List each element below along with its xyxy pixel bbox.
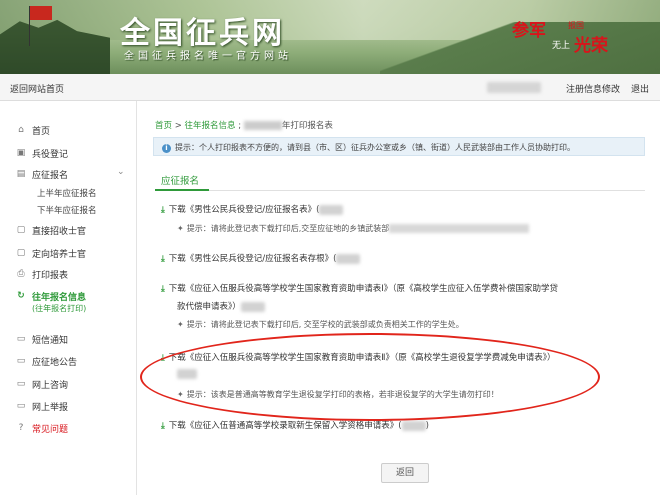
hint-text: 提示：请将此登记表下载打印后, 交至学校的武装部或负责相关工作的学生处。 [186, 320, 464, 329]
tip-text: 个人打印报表不方便的，请到县（市、区）征兵办公室或乡（镇、街道）人民武装部由工作… [199, 143, 575, 152]
chevron-down-icon[interactable]: ⌄ [117, 167, 125, 177]
redacted-username [487, 82, 541, 93]
sidebar-subitem-first-half[interactable]: 上半年应征报名 [37, 187, 97, 199]
lightbulb-icon: ✦ [177, 320, 184, 329]
back-to-home-link[interactable]: 返回网站首页 [10, 82, 64, 95]
chat-icon: ▭ [16, 379, 26, 389]
sidebar-item-notice[interactable]: ▭ 应征地公告 [16, 354, 77, 368]
slogan-text: 光荣 [574, 36, 608, 56]
breadcrumb-past-years[interactable]: 往年报名信息 [185, 121, 236, 131]
breadcrumb-separator: > [174, 121, 182, 131]
sidebar-item-label: 常见问题 [32, 424, 69, 435]
tip-label: 提示： [175, 143, 199, 152]
site-logo-subtitle: 全国征兵报名唯一官方网站 [124, 51, 292, 62]
info-icon: i [162, 144, 171, 153]
download-link-registration-stub[interactable]: ⤓ 下载《男性公民兵役登记/应征报名表存根》( [161, 252, 361, 264]
download-icon: ⤓ [161, 284, 165, 294]
sidebar-item-label: 短信通知 [32, 335, 69, 346]
sidebar-item-label: 兵役登记 [32, 149, 69, 160]
redacted-text [336, 253, 361, 264]
printer-icon: ⎙ [17, 269, 25, 279]
tab-active-indicator [155, 189, 209, 191]
sidebar-item-label: 网上举报 [32, 402, 69, 413]
sidebar-item-past-years[interactable]: ↻ 往年报名信息 [16, 289, 86, 303]
sidebar-item-faq[interactable]: ? 常见问题 [16, 421, 68, 435]
tab-divider [155, 190, 645, 191]
sidebar-item-report[interactable]: ▭ 网上举报 [16, 399, 68, 413]
slogan-text: 无上 [552, 41, 571, 51]
slogan-text: 报国 [568, 21, 584, 30]
enlist-icon: ▤ [16, 169, 26, 179]
download-icon: ⤓ [161, 254, 165, 264]
download-link-text[interactable]: 下载《男性公民兵役登记/应征报名表》( [169, 205, 320, 215]
sidebar-item-direct-recruit[interactable]: ▢ 直接招收士官 [16, 223, 86, 237]
site-logo-title[interactable]: 全国征兵网 [120, 8, 285, 52]
tab-enlist[interactable]: 应征报名 [161, 173, 199, 187]
sidebar-item-label: 往年报名信息 [32, 292, 87, 303]
download-link-text[interactable]: 下载《应征入伍普通高等学校录取新生保留入学资格申请表》( [169, 421, 402, 431]
main-content: 首页 > 往年报名信息 ; 年打印报名表 i 提示：个人打印报表不方便的，请到县（… [137, 101, 660, 495]
sidebar-item-label: 首页 [32, 126, 51, 137]
sidebar-item-label: 网上咨询 [32, 380, 69, 391]
sidebar-item-sublabel: (往年报名打印) [32, 304, 87, 313]
slogan-text: 参军 [512, 21, 546, 41]
download-icon: ⤓ [161, 421, 165, 431]
home-icon: ⌂ [18, 125, 24, 135]
question-icon: ? [18, 423, 24, 433]
sidebar-item-sms[interactable]: ▭ 短信通知 [16, 332, 68, 346]
redacted-text [319, 204, 344, 215]
back-button[interactable]: 返回 [381, 463, 429, 483]
message-icon: ▭ [16, 334, 26, 344]
sidebar-item-home[interactable]: ⌂ 首页 [16, 123, 50, 137]
redacted-text [240, 301, 265, 312]
refresh-icon: ↻ [17, 291, 25, 301]
lightbulb-icon: ✦ [177, 224, 184, 233]
flag-icon [30, 6, 52, 20]
logout-link[interactable]: 退出 [631, 82, 649, 95]
download-icon: ⤓ [161, 205, 165, 215]
sidebar-item-label: 打印报表 [32, 270, 69, 281]
sidebar-item-label: 应征报名 [32, 170, 69, 181]
breadcrumb-current: 年打印报名表 [281, 121, 333, 131]
sidebar-item-print-report[interactable]: ⎙ 打印报表 [16, 267, 68, 281]
sidebar-item-label: 定向培养士官 [32, 249, 87, 260]
redacted-text [243, 121, 282, 130]
redacted-text [389, 224, 530, 233]
download-hint: ✦ 提示：请将此登记表下载打印后, 交至学校的武装部或负责相关工作的学生处。 [177, 319, 464, 330]
document-icon: ▢ [16, 248, 26, 258]
sidebar-item-directed-training[interactable]: ▢ 定向培养士官 [16, 246, 86, 260]
sidebar-item-label: 直接招收士官 [32, 226, 87, 237]
sidebar-item-consult[interactable]: ▭ 网上咨询 [16, 377, 68, 391]
download-hint: ✦ 提示：请将此登记表下载打印后,交至应征地的乡镇武装部 [177, 223, 530, 234]
download-link-aid-form-1[interactable]: ⤓ 下载《应征入伍服兵役高等学校学生国家教育资助申请表Ⅰ》（原《高校学生应征入伍学… [161, 282, 558, 294]
download-link-text[interactable]: 下载《应征入伍服兵役高等学校学生国家教育资助申请表Ⅰ》（原《高校学生应征入伍学费… [169, 284, 558, 294]
sidebar-item-enlist[interactable]: ▤ 应征报名 [16, 167, 68, 181]
modify-registration-link[interactable]: 注册信息修改 [566, 82, 620, 95]
download-link-registration-form[interactable]: ⤓ 下载《男性公民兵役登记/应征报名表》( [161, 203, 344, 215]
site-banner: 全国征兵网 全国征兵报名唯一官方网站 参军 报国 无上 光荣 [0, 0, 660, 74]
breadcrumb: 首页 > 往年报名信息 ; 年打印报名表 [155, 121, 333, 131]
highlight-ellipse [140, 333, 600, 421]
sidebar-item-military-registration[interactable]: ▣ 兵役登记 [16, 146, 68, 160]
register-icon: ▣ [16, 148, 26, 158]
redacted-text [401, 420, 426, 431]
notice-icon: ▭ [16, 356, 26, 366]
report-icon: ▭ [16, 401, 26, 411]
download-link-aid-form-1-cont[interactable]: 款代偿申请表》） [177, 300, 265, 312]
document-icon: ▢ [16, 225, 26, 235]
sidebar: ⌂ 首页 ▣ 兵役登记 ▤ 应征报名 ⌄ 上半年应征报名 下半年应征报名 ▢ 直… [0, 101, 137, 495]
banner-slogan: 参军 报国 无上 光荣 [512, 16, 642, 60]
hint-text: 提示：请将此登记表下载打印后,交至应征地的乡镇武装部 [186, 224, 390, 233]
download-link-text[interactable]: 款代偿申请表》） [177, 302, 241, 312]
top-nav-bar: 返回网站首页 注册信息修改 退出 [0, 74, 660, 101]
sidebar-item-label: 应征地公告 [32, 357, 78, 368]
sidebar-subitem-second-half[interactable]: 下半年应征报名 [37, 204, 97, 216]
info-tip-box: i 提示：个人打印报表不方便的，请到县（市、区）征兵办公室或乡（镇、街道）人民武装… [153, 137, 645, 156]
download-link-text[interactable]: 下载《男性公民兵役登记/应征报名表存根》( [169, 254, 337, 264]
breadcrumb-home[interactable]: 首页 [155, 121, 172, 131]
